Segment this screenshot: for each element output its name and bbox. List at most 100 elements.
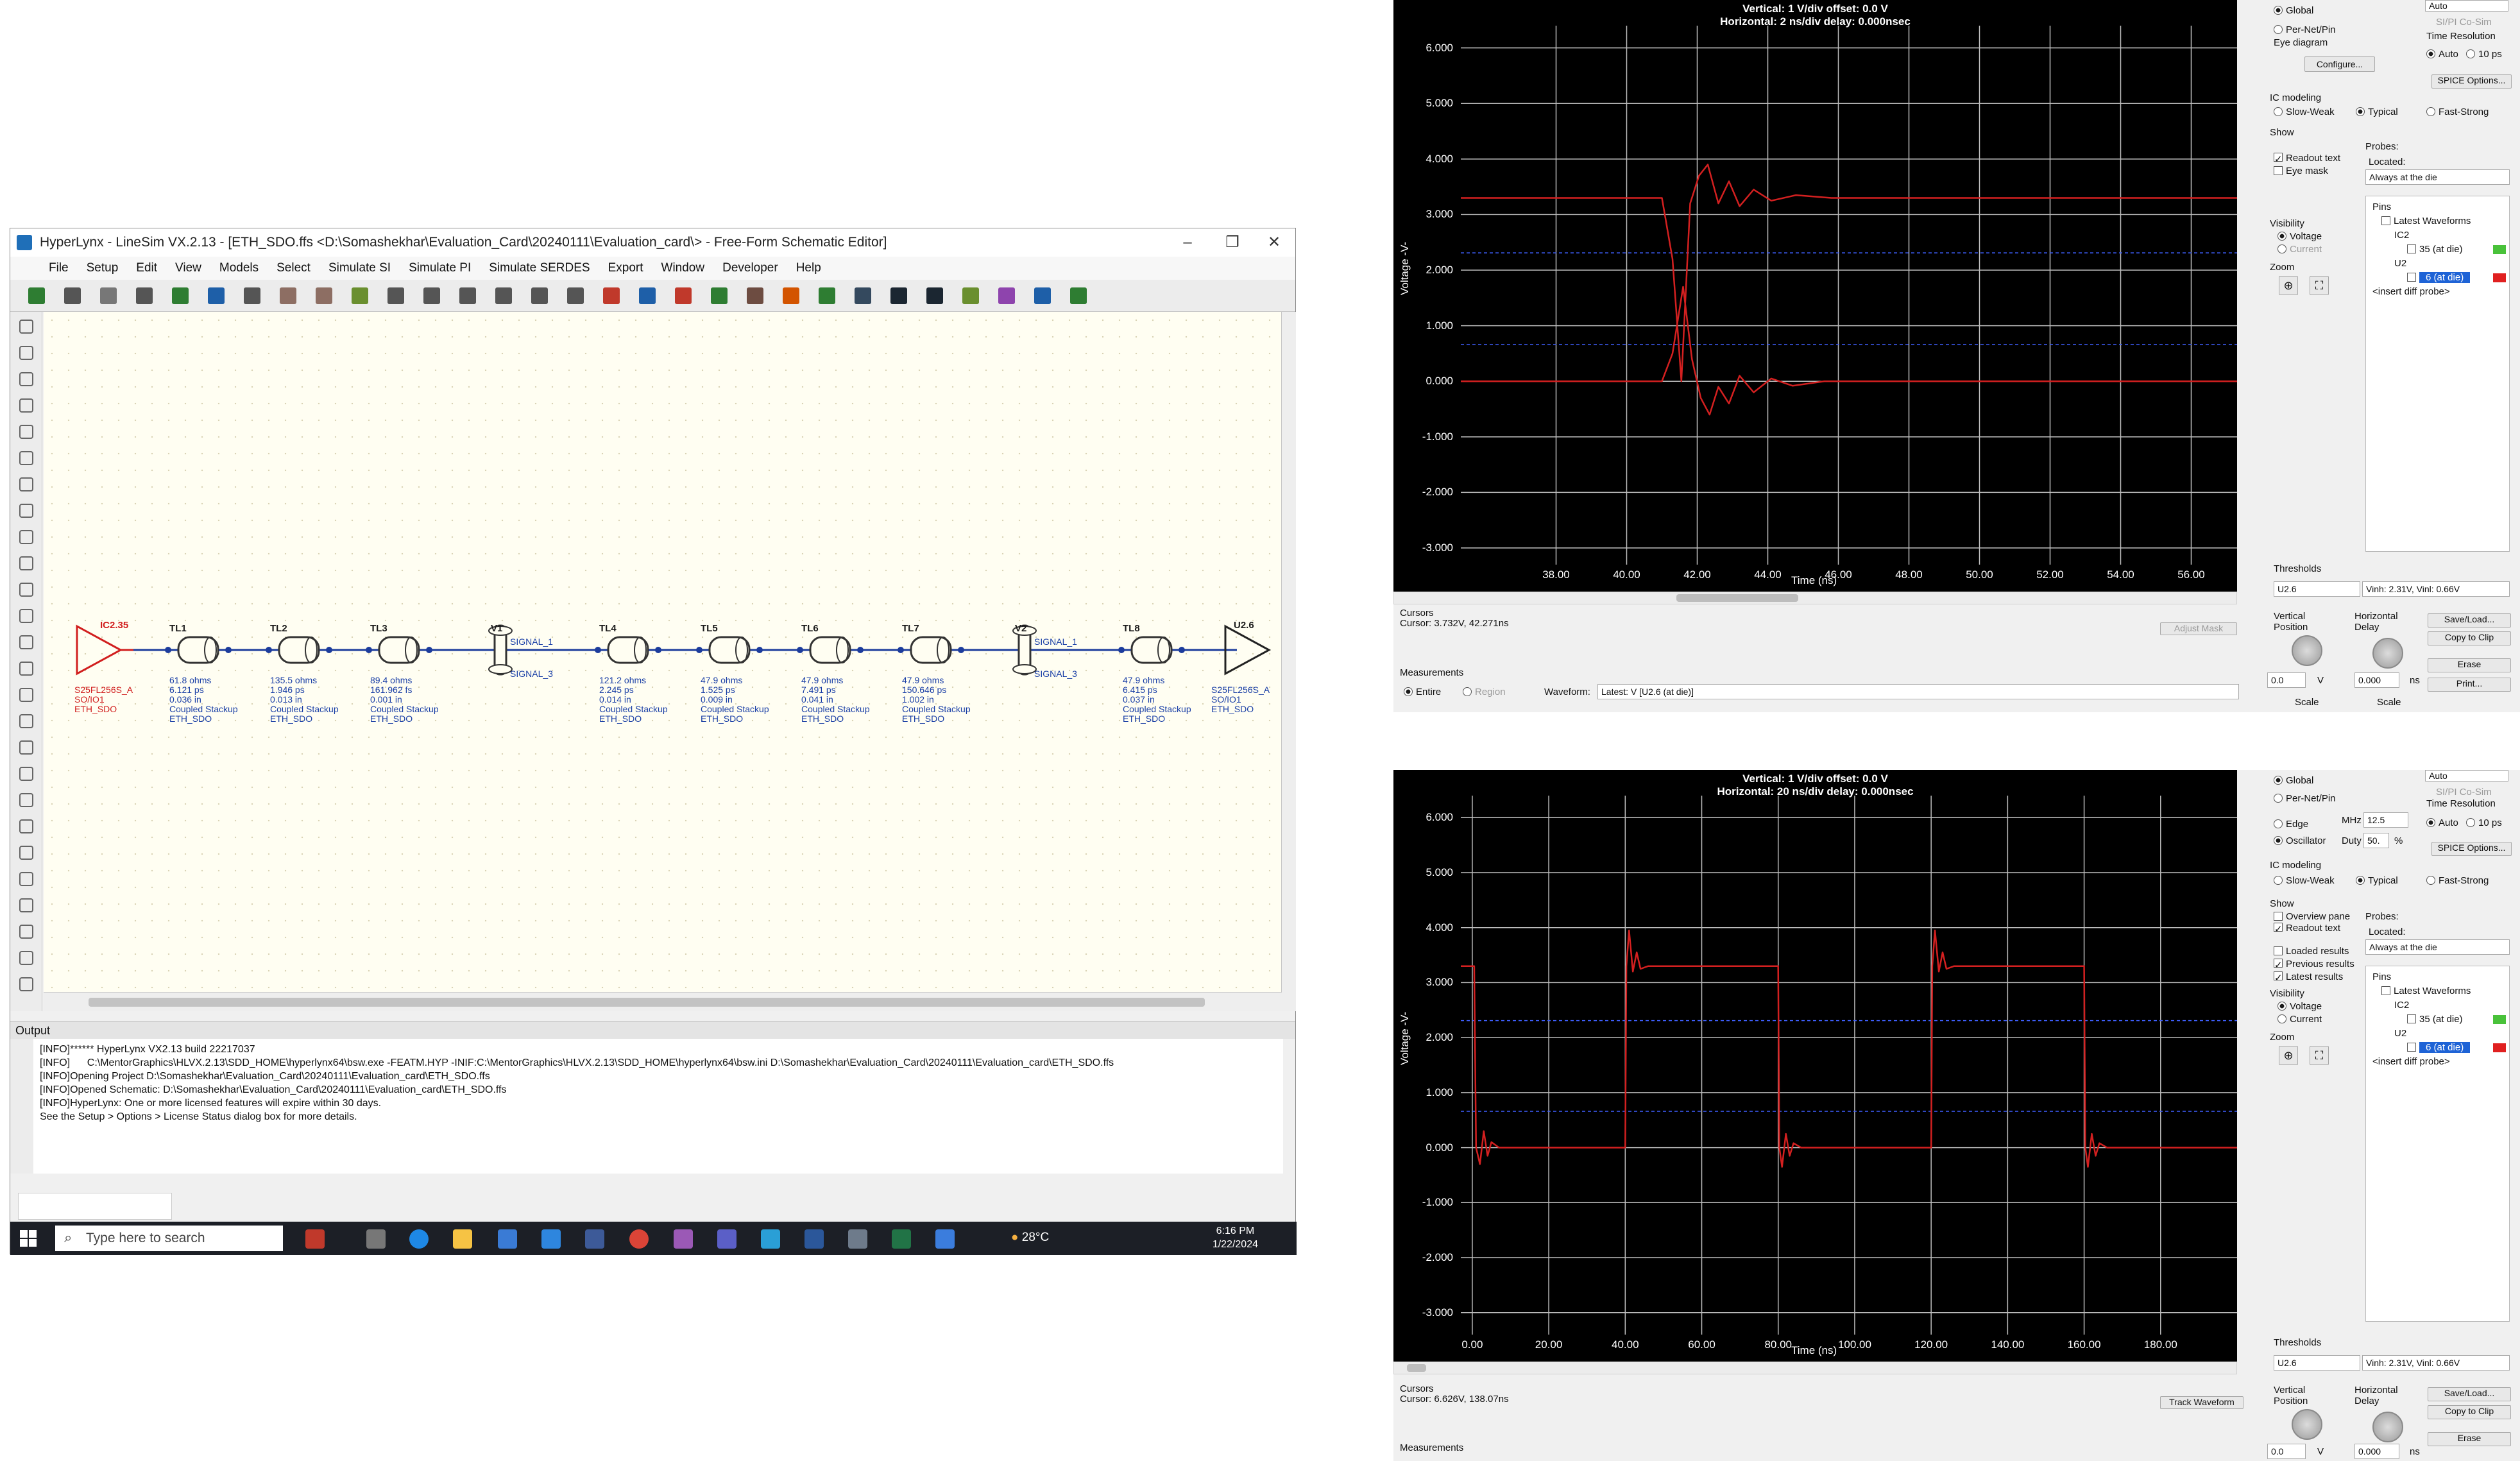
fast-strong-radio[interactable]: Fast-Strong — [2426, 107, 2489, 117]
sipi-cosim-check[interactable]: SI/PI Co-Sim — [2436, 17, 2492, 28]
windows-start-icon[interactable] — [19, 1229, 37, 1247]
toolbar-button-1[interactable] — [28, 287, 45, 304]
toolbar-button-30[interactable] — [1070, 287, 1087, 304]
toolbar-button-2[interactable] — [64, 287, 81, 304]
meas-region-radio[interactable]: Region — [1463, 687, 1506, 697]
global-radio-bottom[interactable]: Global — [2274, 775, 2313, 786]
toolbar-button-17[interactable] — [603, 287, 620, 304]
toolbar-button-14[interactable] — [495, 287, 512, 304]
menu-models[interactable]: Models — [219, 261, 259, 275]
word-icon[interactable] — [805, 1229, 824, 1249]
edge-radio[interactable]: Edge — [2274, 819, 2308, 830]
typical-radio-bottom[interactable]: Typical — [2356, 875, 2398, 886]
slow-weak-radio[interactable]: Slow-Weak — [2274, 107, 2335, 117]
mail-icon[interactable] — [541, 1229, 561, 1249]
slow-weak-radio-bottom[interactable]: Slow-Weak — [2274, 875, 2335, 886]
palette-tool-12[interactable] — [19, 609, 33, 623]
palette-tool-11[interactable] — [19, 583, 33, 597]
tree-u2-bottom[interactable]: U2 — [2394, 1028, 2406, 1039]
solver-select[interactable]: Auto — [2425, 0, 2508, 12]
restore-icon[interactable]: ❐ — [1213, 231, 1252, 254]
toolbar-button-6[interactable] — [208, 287, 225, 304]
print-button[interactable]: Print... — [2428, 678, 2511, 692]
vertical-position-knob[interactable] — [2292, 635, 2322, 666]
toolbar-button-20[interactable] — [711, 287, 728, 304]
track-waveform-button[interactable]: Track Waveform — [2160, 1396, 2243, 1409]
save-load-button-bottom[interactable]: Save/Load... — [2428, 1387, 2511, 1401]
toolbar-button-18[interactable] — [639, 287, 656, 304]
probe-location-select-bottom[interactable]: Always at the die — [2365, 939, 2510, 955]
threshold-pin-select-bottom[interactable]: U2.6 — [2274, 1355, 2360, 1371]
palette-tool-7[interactable] — [19, 477, 33, 491]
tree-latest-waveforms[interactable]: Latest Waveforms — [2381, 216, 2471, 226]
toolbar-button-28[interactable] — [998, 287, 1015, 304]
palette-tool-14[interactable] — [19, 662, 33, 676]
horizontal-delay-input-bottom[interactable]: 0.000 — [2354, 1444, 2399, 1459]
menu-view[interactable]: View — [175, 261, 201, 275]
toolbar-button-9[interactable] — [316, 287, 332, 304]
time-res-auto-radio-bottom[interactable]: Auto — [2426, 817, 2458, 828]
schematic-canvas[interactable]: IC2.35 S25FL256S_A SO/IO1 ETH_SDO U2.6 S… — [44, 312, 1282, 992]
vertical-position-knob-bottom[interactable] — [2292, 1409, 2322, 1440]
erase-button[interactable]: Erase — [2428, 658, 2511, 672]
waveform-select[interactable]: Latest: V [U2.6 (at die)] — [1597, 684, 2239, 699]
palette-tool-21[interactable] — [19, 846, 33, 860]
toolbar-button-3[interactable] — [100, 287, 117, 304]
hyperlynx-task-icon[interactable] — [935, 1229, 955, 1249]
toolbar-button-7[interactable] — [244, 287, 260, 304]
palette-tool-1[interactable] — [19, 320, 33, 334]
insert-diff-probe-bottom[interactable]: <insert diff probe> — [2372, 1056, 2450, 1067]
fast-strong-radio-bottom[interactable]: Fast-Strong — [2426, 875, 2489, 886]
palette-tool-15[interactable] — [19, 688, 33, 702]
tree-pin6[interactable]: 6 (at die) — [2407, 272, 2471, 283]
toolbar-button-10[interactable] — [352, 287, 368, 304]
meas-entire-radio[interactable]: Entire — [1404, 687, 1441, 697]
menu-developer[interactable]: Developer — [722, 261, 778, 275]
app-icon-siemens[interactable] — [305, 1229, 325, 1249]
explorer-icon[interactable] — [453, 1229, 472, 1249]
pin6-color-swatch[interactable] — [2493, 273, 2506, 282]
palette-tool-5[interactable] — [19, 425, 33, 439]
canvas-horizontal-scrollbar[interactable] — [44, 992, 1282, 1011]
adjust-mask-button[interactable]: Adjust Mask — [2160, 622, 2237, 635]
overview-pane-check[interactable]: Overview pane — [2274, 911, 2350, 922]
scope-top-plot[interactable]: Vertical: 1 V/div offset: 0.0 V Horizont… — [1393, 0, 2237, 592]
global-radio[interactable]: Global — [2274, 5, 2313, 16]
per-net-radio[interactable]: Per-Net/Pin — [2274, 24, 2336, 35]
duty-input[interactable]: 50. — [2363, 833, 2389, 848]
menu-simulate-si[interactable]: Simulate SI — [328, 261, 391, 275]
canvas-vertical-scrollbar[interactable] — [1282, 312, 1296, 1011]
visibility-voltage-radio[interactable]: Voltage — [2277, 231, 2322, 242]
palette-tool-18[interactable] — [19, 767, 33, 781]
solver-select-bottom[interactable]: Auto — [2425, 770, 2508, 782]
taskbar-preview[interactable] — [18, 1193, 172, 1220]
calculator-icon[interactable] — [848, 1229, 867, 1249]
per-net-radio-bottom[interactable]: Per-Net/Pin — [2274, 793, 2336, 804]
palette-tool-8[interactable] — [19, 504, 33, 518]
vertical-position-input-bottom[interactable]: 0.0 — [2267, 1444, 2306, 1459]
tree-latest-waveforms-bottom[interactable]: Latest Waveforms — [2381, 986, 2471, 996]
pin6-color-swatch-bottom[interactable] — [2493, 1043, 2506, 1052]
visibility-current-radio-bottom[interactable]: Current — [2277, 1014, 2322, 1025]
toolbar-button-12[interactable] — [423, 287, 440, 304]
time-res-value-bottom[interactable]: 10 ps — [2466, 817, 2502, 828]
tree-ic2-bottom[interactable]: IC2 — [2394, 1000, 2409, 1011]
menu-window[interactable]: Window — [661, 261, 705, 275]
task-view-icon[interactable] — [366, 1229, 386, 1249]
palette-tool-25[interactable] — [19, 951, 33, 965]
toolbar-button-11[interactable] — [387, 287, 404, 304]
typical-radio[interactable]: Typical — [2356, 107, 2398, 117]
edge-icon[interactable] — [409, 1229, 429, 1249]
toolbar-button-16[interactable] — [567, 287, 584, 304]
palette-tool-2[interactable] — [19, 346, 33, 360]
palette-tool-6[interactable] — [19, 451, 33, 465]
menu-simulate-serdes[interactable]: Simulate SERDES — [489, 261, 590, 275]
probe-location-select[interactable]: Always at the die — [2365, 169, 2510, 185]
oscillator-radio[interactable]: Oscillator — [2274, 835, 2326, 846]
app-icon-grid[interactable] — [674, 1229, 693, 1249]
toolbar-button-4[interactable] — [136, 287, 153, 304]
palette-tool-24[interactable] — [19, 925, 33, 939]
excel-icon[interactable] — [892, 1229, 911, 1249]
previous-results-check[interactable]: ✓ Previous results — [2274, 959, 2354, 971]
copy-to-clip-button-bottom[interactable]: Copy to Clip — [2428, 1405, 2511, 1419]
